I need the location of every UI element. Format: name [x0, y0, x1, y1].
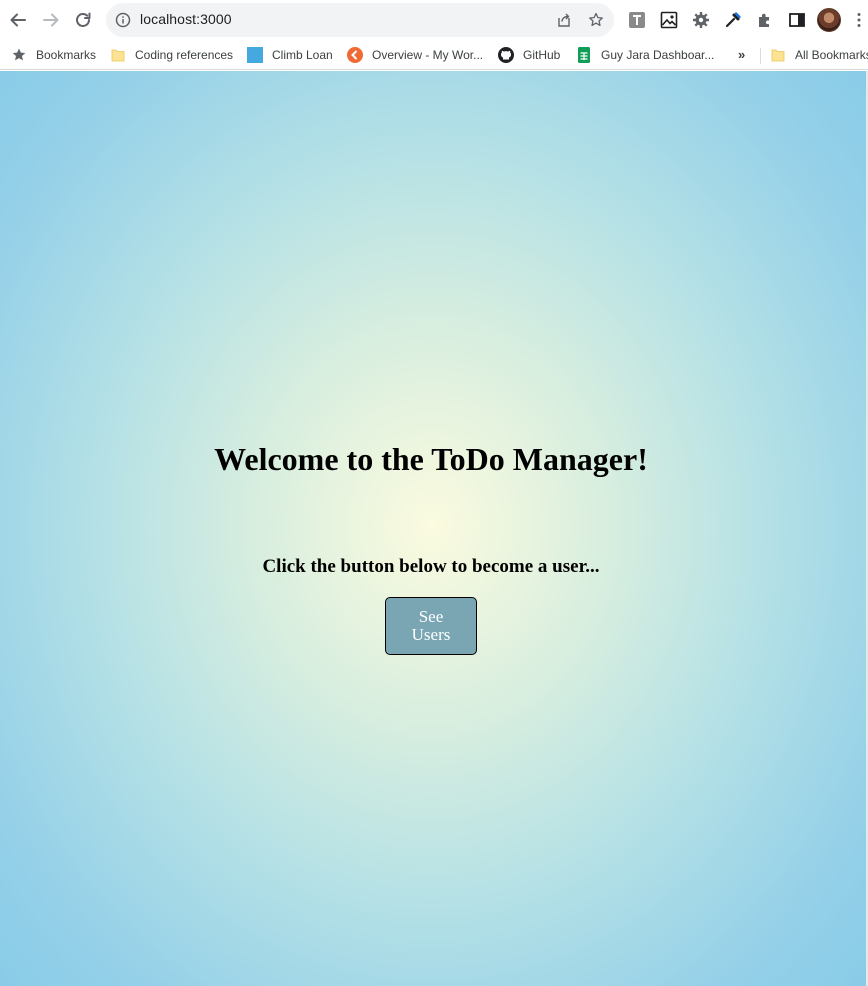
arrow-left-icon [10, 13, 26, 27]
folder-icon [771, 49, 785, 62]
bookmarks-bar: Bookmarks Coding references Climb Loan O… [0, 40, 868, 70]
bookmark-label: Guy Jara Dashboar... [601, 48, 715, 62]
overview-icon [347, 47, 363, 63]
gear-extension-icon [693, 12, 709, 28]
bookmark-star-icon[interactable] [588, 12, 604, 28]
page-instruction: Click the button below to become a user.… [262, 556, 600, 577]
bookmark-github[interactable]: GitHub [498, 46, 560, 64]
profile-avatar[interactable] [817, 8, 841, 32]
page-title: Welcome to the ToDo Manager! [214, 441, 648, 477]
bookmark-label: GitHub [523, 48, 561, 62]
info-icon[interactable] [115, 12, 131, 28]
reload-icon [76, 12, 91, 27]
side-panel-icon [789, 13, 805, 27]
address-bar[interactable]: localhost:3000 [106, 3, 614, 37]
gear-extension-button[interactable] [691, 10, 711, 30]
github-icon [498, 47, 514, 63]
back-button[interactable] [6, 8, 30, 32]
bookmark-all-bookmarks[interactable]: All Bookmarks [770, 46, 868, 64]
see-users-button[interactable]: See Users [385, 597, 477, 655]
bookmark-label: Overview - My Wor... [372, 48, 484, 62]
eyedropper-icon [725, 12, 741, 28]
puzzle-extensions-icon [759, 13, 769, 27]
image-extension-icon [660, 11, 678, 29]
bookmark-label: Coding references [135, 48, 234, 62]
extensions-button[interactable] [755, 10, 775, 30]
bookmark-bookmarks[interactable]: Bookmarks [11, 46, 96, 64]
star-icon [12, 48, 26, 61]
bookmarks-divider [760, 48, 761, 64]
text-extension-button[interactable] [627, 10, 647, 30]
more-menu-icon[interactable] [856, 12, 862, 28]
forward-button[interactable] [39, 8, 63, 32]
bookmark-coding-references[interactable]: Coding references [110, 46, 233, 64]
bookmark-label: All Bookmarks [795, 48, 868, 62]
text-extension-icon [629, 12, 645, 28]
bookmarks-overflow-button[interactable]: » [738, 47, 745, 62]
reload-button[interactable] [71, 8, 95, 32]
square-icon [247, 47, 263, 63]
bookmark-guy-jara-dashboard[interactable]: Guy Jara Dashboar... [576, 46, 714, 64]
bookmark-label: Bookmarks [36, 48, 97, 62]
bookmark-climb-loan[interactable]: Climb Loan [247, 46, 333, 64]
share-icon[interactable] [556, 12, 572, 28]
folder-icon [111, 49, 125, 62]
url-text[interactable]: localhost:3000 [140, 11, 232, 27]
browser-toolbar: localhost:3000 [0, 0, 868, 40]
arrow-right-icon [43, 13, 59, 27]
sheets-icon [578, 47, 590, 63]
bookmark-label: Climb Loan [272, 48, 333, 62]
image-extension-button[interactable] [659, 10, 679, 30]
side-panel-button[interactable] [787, 10, 807, 30]
bookmark-overview[interactable]: Overview - My Wor... [347, 46, 483, 64]
page-viewport: Welcome to the ToDo Manager! Click the b… [0, 71, 868, 986]
eyedropper-button[interactable] [723, 10, 743, 30]
